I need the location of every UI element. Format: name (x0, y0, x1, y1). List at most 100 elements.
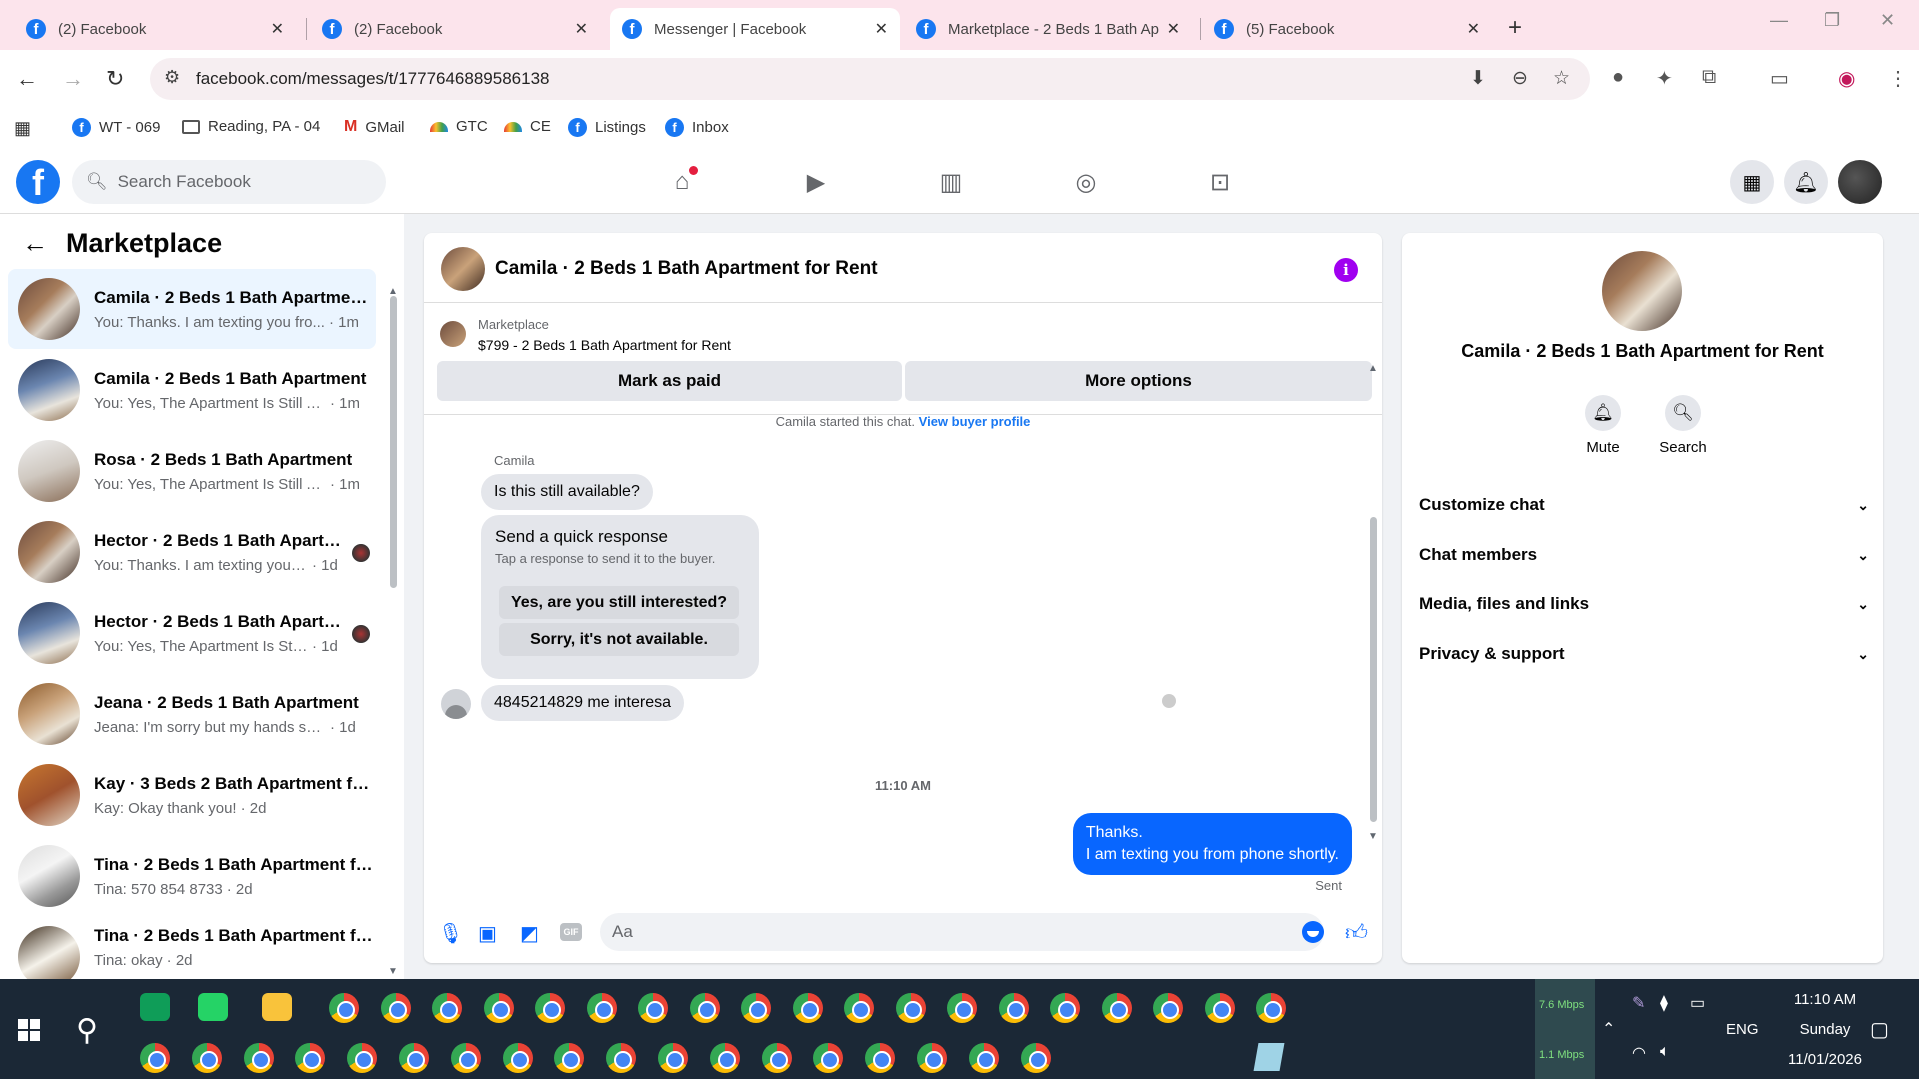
incoming-message[interactable]: 4845214829 me interesa (481, 685, 685, 721)
conversation-item[interactable]: Tina · 2 Beds 1 Bath Apartment for Rent … (8, 917, 376, 979)
chrome-window-icon[interactable] (1153, 993, 1183, 1023)
bookmark[interactable]: CE (504, 118, 551, 135)
close-icon[interactable]: ✕ (271, 19, 284, 39)
scroll-down-icon[interactable]: ▼ (388, 966, 398, 977)
notepad-icon[interactable] (1253, 1043, 1285, 1071)
zoom-icon[interactable]: ⊖ (1512, 67, 1528, 90)
chrome-window-icon[interactable] (502, 1043, 533, 1073)
chrome-window-icon[interactable] (1101, 993, 1132, 1023)
message-input[interactable]: Aa (600, 913, 1324, 951)
scroll-up-icon[interactable]: ▲ (1368, 363, 1378, 374)
extension-icon[interactable]: ✦ (1656, 66, 1673, 91)
clock-date[interactable]: 11/01/2026 (1760, 1051, 1890, 1068)
photo-icon[interactable]: ▣ (478, 921, 497, 946)
install-app-icon[interactable]: ⬇ (1470, 67, 1486, 90)
listing-detail[interactable]: $799 - 2 Beds 1 Bath Apartment for Rent (478, 337, 731, 353)
chevron-up-icon[interactable]: ⌃ (1602, 1019, 1615, 1039)
close-icon[interactable]: ✕ (875, 19, 888, 39)
scroll-down-icon[interactable]: ▼ (1368, 831, 1378, 842)
star-icon[interactable]: ☆ (1553, 67, 1570, 90)
chat-scrollbar[interactable]: ▲ ▼ (1368, 363, 1378, 842)
listing-thumbnail[interactable] (440, 321, 466, 347)
chrome-window-icon[interactable] (968, 1043, 999, 1073)
chrome-window-icon[interactable] (606, 1043, 637, 1073)
chrome-window-icon[interactable] (295, 1043, 326, 1073)
chrome-window-icon[interactable] (586, 993, 617, 1023)
scrollbar-thumb[interactable] (1370, 517, 1377, 822)
battery-icon[interactable]: ▭ (1690, 993, 1705, 1013)
chrome-window-icon[interactable] (1204, 993, 1235, 1023)
privacy-support-section[interactable]: Privacy & support ⌄ (1419, 644, 1869, 664)
whatsapp-icon[interactable] (198, 993, 228, 1021)
url-text[interactable]: facebook.com/messages/t/1777646889586138 (196, 69, 549, 89)
profile-avatar[interactable] (1838, 160, 1882, 204)
close-icon[interactable]: ✕ (1467, 19, 1480, 39)
menu-grid-icon[interactable]: ▦ (1730, 160, 1774, 204)
chrome-window-icon[interactable] (347, 1043, 378, 1073)
gif-icon[interactable]: GIF (560, 923, 582, 941)
sticker-icon[interactable]: ◩ (520, 921, 539, 946)
buyer-avatar[interactable] (441, 689, 471, 719)
conversation-item[interactable]: Camila · 2 Beds 1 Bath Apartment You: Ye… (8, 350, 376, 430)
groups-icon[interactable]: ◎ (1070, 166, 1102, 198)
chrome-window-icon[interactable] (1256, 993, 1286, 1023)
quick-reply-no-button[interactable]: Sorry, it's not available. (499, 623, 739, 656)
chrome-window-icon[interactable] (658, 1043, 688, 1073)
bookmark[interactable]: f Listings (568, 118, 646, 137)
close-window-icon[interactable]: ✕ (1880, 10, 1895, 31)
notifications-icon[interactable]: ▢ (1870, 1017, 1889, 1042)
conversation-item[interactable]: Kay · 3 Beds 2 Bath Apartment for Rent K… (8, 755, 376, 835)
bell-icon[interactable]: 🔔︎ (1784, 160, 1828, 204)
chrome-window-icon[interactable] (813, 1043, 844, 1073)
profile-icon[interactable]: ◉ (1838, 66, 1855, 91)
chrome-window-icon[interactable] (1020, 1043, 1051, 1073)
bookmark[interactable]: f Inbox (665, 118, 729, 137)
language-indicator[interactable]: ENG (1726, 1021, 1759, 1038)
conversation-item[interactable]: Camila · 2 Beds 1 Bath Apartment for Ren… (8, 269, 376, 349)
mark-as-paid-button[interactable]: Mark as paid (437, 361, 902, 401)
view-buyer-profile-link[interactable]: View buyer profile (919, 414, 1031, 429)
bookmark[interactable]: M GMail (344, 118, 405, 136)
chrome-window-icon[interactable] (432, 993, 462, 1023)
back-icon[interactable]: ← (16, 66, 38, 92)
video-icon[interactable]: ▶ (800, 166, 832, 198)
browser-tab-active[interactable]: f Messenger | Facebook ✕ (610, 8, 900, 50)
thumbs-up-icon[interactable]: 👍︎ (1345, 919, 1368, 946)
conversation-item[interactable]: Hector · 2 Beds 1 Bath Apartment You: Ye… (8, 593, 376, 673)
minimize-icon[interactable]: — (1770, 10, 1788, 31)
puzzle-icon[interactable]: ⧉ (1702, 66, 1716, 89)
info-icon[interactable]: i (1334, 258, 1358, 282)
close-icon[interactable]: ✕ (1167, 19, 1180, 39)
chrome-window-icon[interactable] (243, 1043, 274, 1073)
chrome-window-icon[interactable] (689, 993, 720, 1023)
facebook-search-input[interactable]: 🔍︎ Search Facebook (72, 160, 386, 204)
outgoing-message[interactable]: Thanks. I am texting you from phone shor… (1072, 813, 1352, 875)
conversation-item[interactable]: Tina · 2 Beds 1 Bath Apartment for Rent … (8, 836, 376, 916)
chat-members-section[interactable]: Chat members ⌄ (1419, 545, 1869, 565)
home-icon[interactable]: ⌂ (666, 166, 698, 198)
chrome-window-icon[interactable] (792, 993, 823, 1023)
marketplace-icon[interactable]: ▥ (935, 166, 967, 198)
browser-tab[interactable]: f (2) Facebook ✕ (310, 8, 600, 50)
customize-chat-section[interactable]: Customize chat ⌄ (1419, 495, 1869, 515)
quick-reply-yes-button[interactable]: Yes, are you still interested? (499, 586, 739, 619)
chrome-window-icon[interactable] (380, 993, 411, 1023)
chrome-window-icon[interactable] (865, 1043, 896, 1073)
chrome-window-icon[interactable] (998, 993, 1029, 1023)
apps-icon[interactable]: ▦ (14, 118, 31, 139)
forward-icon[interactable]: → (62, 66, 84, 92)
conversation-item[interactable]: Jeana · 2 Beds 1 Bath Apartment Jeana: I… (8, 674, 376, 754)
site-info-icon[interactable]: ⚙ (164, 67, 180, 88)
chrome-window-icon[interactable] (741, 993, 771, 1023)
microphone-icon[interactable]: 🎙︎ (438, 921, 463, 946)
chrome-window-icon[interactable] (191, 1043, 222, 1073)
conversation-item[interactable]: Rosa · 2 Beds 1 Bath Apartment You: Yes,… (8, 431, 376, 511)
chat-avatar[interactable] (441, 247, 485, 291)
windows-start-icon[interactable] (18, 1019, 40, 1041)
chrome-window-icon[interactable] (399, 1043, 429, 1073)
pen-icon[interactable]: ✎ (1632, 993, 1645, 1013)
search-chat-button[interactable]: 🔍︎ Search (1648, 395, 1718, 456)
chrome-window-icon[interactable] (554, 1043, 585, 1073)
search-icon[interactable]: ⚲ (76, 1013, 98, 1048)
emoji-icon[interactable] (1302, 921, 1324, 943)
